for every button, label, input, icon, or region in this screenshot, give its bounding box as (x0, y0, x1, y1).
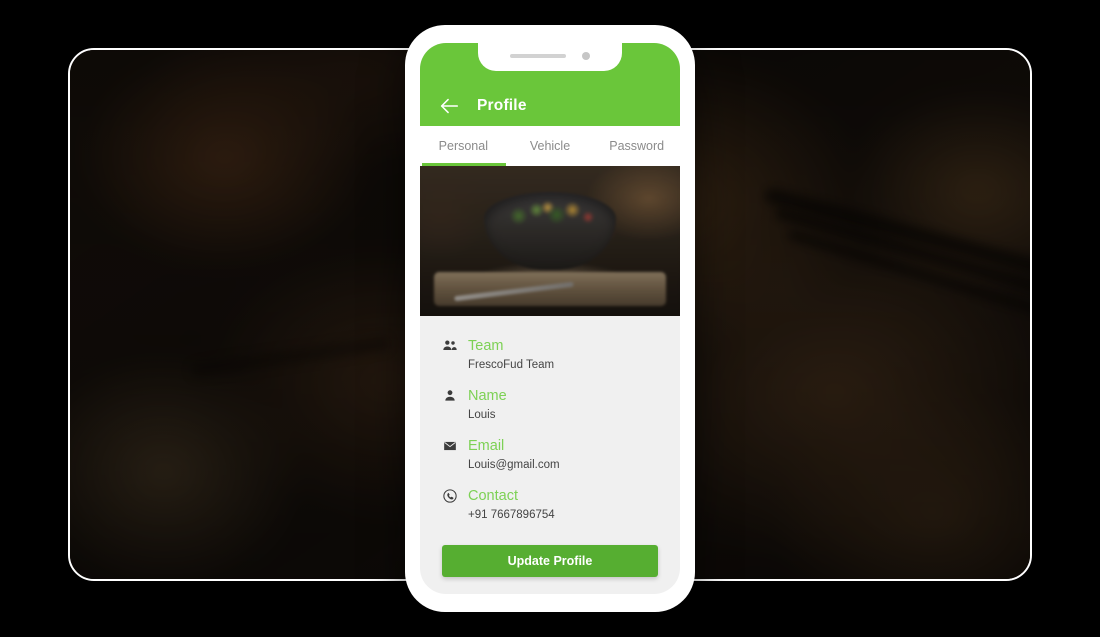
info-row-email: Email Louis@gmail.com (442, 438, 680, 471)
info-label-contact: Contact (468, 488, 518, 504)
info-label-team: Team (468, 338, 504, 354)
profile-info-list: Team FrescoFud Team Name Louis Email Lou… (420, 316, 680, 521)
users-group-icon (442, 338, 458, 354)
page-title: Profile (477, 97, 527, 114)
phone-notch (478, 43, 622, 71)
profile-hero-image (420, 166, 680, 316)
tab-password[interactable]: Password (593, 126, 680, 166)
update-profile-button[interactable]: Update Profile (442, 545, 658, 577)
speaker-grille-icon (510, 54, 566, 58)
front-camera-icon (582, 52, 590, 60)
info-head: Team (442, 338, 680, 354)
info-value-contact: +91 7667896754 (468, 509, 555, 521)
info-head: Contact (442, 488, 680, 504)
tab-bar: Personal Vehicle Password (420, 126, 680, 166)
info-label-name: Name (468, 388, 507, 404)
tab-vehicle[interactable]: Vehicle (507, 126, 594, 166)
envelope-icon (442, 438, 458, 454)
phone-frame: Profile Personal Vehicle Password Team F… (405, 25, 695, 612)
update-button-container: Update Profile (420, 538, 680, 577)
arrow-left-icon[interactable] (438, 95, 460, 117)
phone-circle-icon (442, 488, 458, 504)
info-value-email: Louis@gmail.com (468, 459, 560, 471)
tab-personal[interactable]: Personal (420, 126, 507, 166)
info-row-name: Name Louis (442, 388, 680, 421)
info-label-email: Email (468, 438, 505, 454)
hero-overlay (420, 166, 680, 316)
info-value-team: FrescoFud Team (468, 359, 555, 371)
user-icon (442, 388, 458, 404)
app-header: Profile (420, 43, 680, 126)
info-row-contact: Contact +91 7667896754 (442, 488, 680, 521)
phone-screen: Profile Personal Vehicle Password Team F… (420, 43, 680, 594)
info-head: Name (442, 388, 680, 404)
info-head: Email (442, 438, 680, 454)
info-value-name: Louis (468, 409, 496, 421)
header-row: Profile (420, 95, 680, 117)
info-row-team: Team FrescoFud Team (442, 338, 680, 371)
